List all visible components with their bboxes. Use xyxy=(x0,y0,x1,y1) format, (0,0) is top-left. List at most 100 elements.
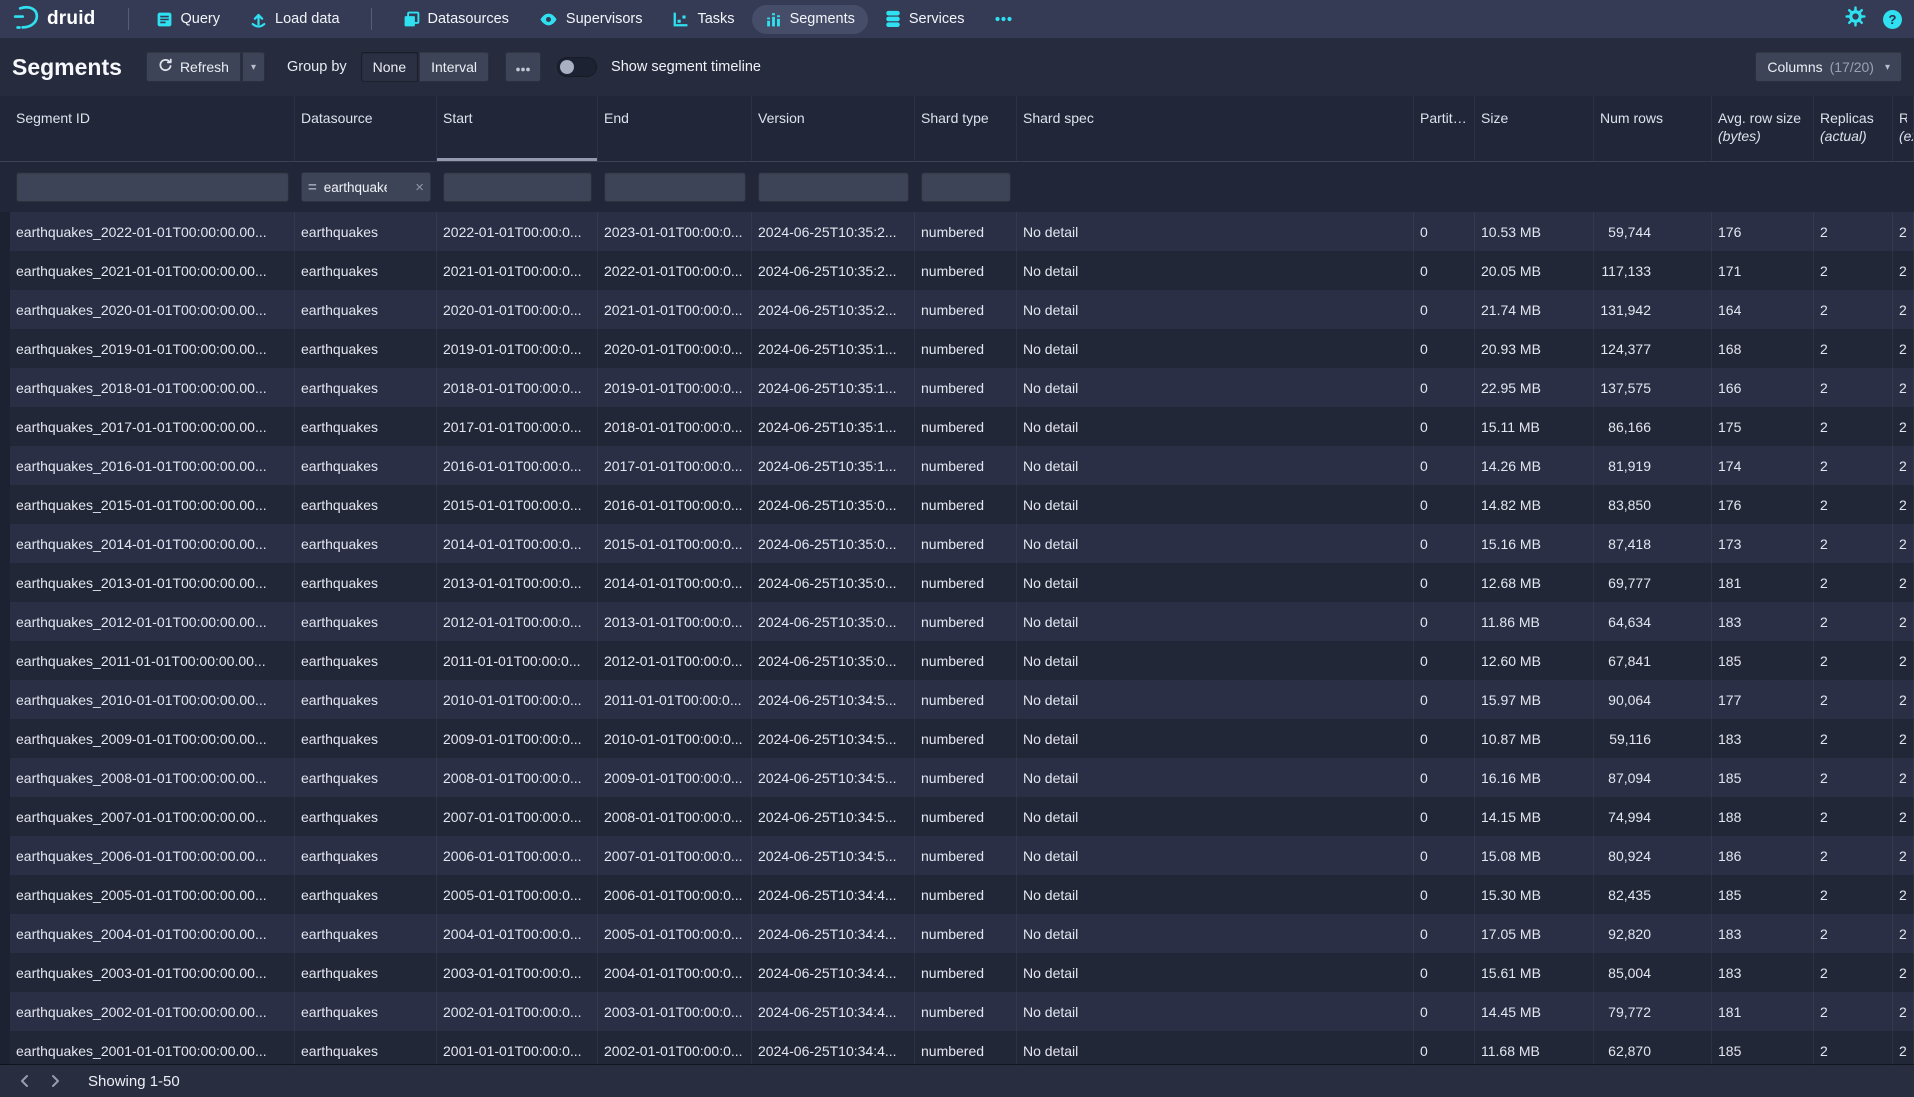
druid-logo[interactable]: druid xyxy=(12,3,96,36)
cell-avg_row_size[interactable]: 176 xyxy=(1712,485,1814,524)
cell-size[interactable]: 20.93 MB xyxy=(1475,329,1594,368)
cell-end[interactable]: 2015-01-01T00:00:0... xyxy=(598,524,752,563)
cell-segment_id[interactable]: earthquakes_2012-01-01T00:00:00.00... xyxy=(10,602,295,641)
cell-partition[interactable]: 0 xyxy=(1414,875,1475,914)
help-icon[interactable]: ? xyxy=(1883,10,1902,29)
cell-replication_factor[interactable]: 2 xyxy=(1893,212,1914,251)
cell-size[interactable]: 15.08 MB xyxy=(1475,836,1594,875)
cell-start[interactable]: 2017-01-01T00:00:0... xyxy=(437,407,598,446)
cell-end[interactable]: 2009-01-01T00:00:0... xyxy=(598,758,752,797)
filter-input-start[interactable] xyxy=(443,172,592,202)
cell-partition[interactable]: 0 xyxy=(1414,680,1475,719)
cell-avg_row_size[interactable]: 181 xyxy=(1712,992,1814,1031)
more-actions-button[interactable] xyxy=(505,52,541,82)
cell-replication_factor[interactable]: 2 xyxy=(1893,251,1914,290)
cell-partition[interactable]: 0 xyxy=(1414,368,1475,407)
refresh-button[interactable]: Refresh xyxy=(146,52,241,82)
cell-version[interactable]: 2024-06-25T10:35:2... xyxy=(752,251,915,290)
cell-shard_type[interactable]: numbered xyxy=(915,329,1017,368)
cell-start[interactable]: 2016-01-01T00:00:0... xyxy=(437,446,598,485)
cell-shard_spec[interactable]: No detail xyxy=(1017,953,1414,992)
cell-start[interactable]: 2008-01-01T00:00:0... xyxy=(437,758,598,797)
cell-shard_type[interactable]: numbered xyxy=(915,680,1017,719)
cell-partition[interactable]: 0 xyxy=(1414,407,1475,446)
cell-version[interactable]: 2024-06-25T10:34:5... xyxy=(752,719,915,758)
nav-item-supervisors[interactable]: Supervisors xyxy=(526,4,656,35)
cell-end[interactable]: 2005-01-01T00:00:0... xyxy=(598,914,752,953)
cell-shard_spec[interactable]: No detail xyxy=(1017,641,1414,680)
previous-page-button[interactable] xyxy=(10,1068,40,1094)
cell-replicas[interactable]: 2 xyxy=(1814,563,1893,602)
cell-replicas[interactable]: 2 xyxy=(1814,602,1893,641)
cell-end[interactable]: 2016-01-01T00:00:0... xyxy=(598,485,752,524)
cell-start[interactable]: 2006-01-01T00:00:0... xyxy=(437,836,598,875)
cell-shard_type[interactable]: numbered xyxy=(915,758,1017,797)
cell-size[interactable]: 14.15 MB xyxy=(1475,797,1594,836)
cell-size[interactable]: 14.45 MB xyxy=(1475,992,1594,1031)
cell-shard_type[interactable]: numbered xyxy=(915,563,1017,602)
column-header-replicas[interactable]: Replicas(actual) xyxy=(1814,96,1893,161)
cell-num_rows[interactable]: 74,994 xyxy=(1594,797,1712,836)
cell-version[interactable]: 2024-06-25T10:35:0... xyxy=(752,524,915,563)
cell-start[interactable]: 2005-01-01T00:00:0... xyxy=(437,875,598,914)
cell-datasource[interactable]: earthquakes xyxy=(295,329,437,368)
cell-avg_row_size[interactable]: 177 xyxy=(1712,680,1814,719)
cell-shard_spec[interactable]: No detail xyxy=(1017,251,1414,290)
cell-partition[interactable]: 0 xyxy=(1414,836,1475,875)
nav-item-query[interactable]: Query xyxy=(143,5,234,34)
cell-segment_id[interactable]: earthquakes_2017-01-01T00:00:00.00... xyxy=(10,407,295,446)
cell-shard_type[interactable]: numbered xyxy=(915,212,1017,251)
cell-shard_spec[interactable]: No detail xyxy=(1017,329,1414,368)
cell-shard_type[interactable]: numbered xyxy=(915,290,1017,329)
settings-gear-icon[interactable] xyxy=(1845,6,1866,32)
cell-avg_row_size[interactable]: 183 xyxy=(1712,719,1814,758)
cell-replicas[interactable]: 2 xyxy=(1814,797,1893,836)
cell-partition[interactable]: 0 xyxy=(1414,290,1475,329)
cell-num_rows[interactable]: 69,777 xyxy=(1594,563,1712,602)
cell-end[interactable]: 2018-01-01T00:00:0... xyxy=(598,407,752,446)
cell-num_rows[interactable]: 137,575 xyxy=(1594,368,1712,407)
cell-start[interactable]: 2021-01-01T00:00:0... xyxy=(437,251,598,290)
column-header-replication_factor[interactable]: Replication factor(expected) xyxy=(1893,96,1914,161)
cell-avg_row_size[interactable]: 181 xyxy=(1712,563,1814,602)
cell-shard_spec[interactable]: No detail xyxy=(1017,368,1414,407)
cell-num_rows[interactable]: 81,919 xyxy=(1594,446,1712,485)
cell-replicas[interactable]: 2 xyxy=(1814,680,1893,719)
column-header-shard_type[interactable]: Shard type xyxy=(915,96,1017,161)
cell-replicas[interactable]: 2 xyxy=(1814,758,1893,797)
cell-partition[interactable]: 0 xyxy=(1414,758,1475,797)
cell-shard_spec[interactable]: No detail xyxy=(1017,290,1414,329)
cell-version[interactable]: 2024-06-25T10:35:2... xyxy=(752,212,915,251)
cell-replication_factor[interactable]: 2 xyxy=(1893,485,1914,524)
next-page-button[interactable] xyxy=(40,1068,70,1094)
cell-replicas[interactable]: 2 xyxy=(1814,251,1893,290)
cell-replicas[interactable]: 2 xyxy=(1814,914,1893,953)
cell-size[interactable]: 17.05 MB xyxy=(1475,914,1594,953)
cell-version[interactable]: 2024-06-25T10:35:1... xyxy=(752,368,915,407)
cell-datasource[interactable]: earthquakes xyxy=(295,719,437,758)
cell-size[interactable]: 11.86 MB xyxy=(1475,602,1594,641)
cell-version[interactable]: 2024-06-25T10:35:0... xyxy=(752,563,915,602)
cell-version[interactable]: 2024-06-25T10:35:1... xyxy=(752,446,915,485)
segment-timeline-toggle[interactable]: Show segment timeline xyxy=(557,57,761,77)
cell-segment_id[interactable]: earthquakes_2010-01-01T00:00:00.00... xyxy=(10,680,295,719)
cell-datasource[interactable]: earthquakes xyxy=(295,680,437,719)
cell-num_rows[interactable]: 92,820 xyxy=(1594,914,1712,953)
cell-partition[interactable]: 0 xyxy=(1414,602,1475,641)
cell-shard_type[interactable]: numbered xyxy=(915,485,1017,524)
cell-segment_id[interactable]: earthquakes_2008-01-01T00:00:00.00... xyxy=(10,758,295,797)
cell-start[interactable]: 2009-01-01T00:00:0... xyxy=(437,719,598,758)
cell-end[interactable]: 2022-01-01T00:00:0... xyxy=(598,251,752,290)
cell-start[interactable]: 2013-01-01T00:00:0... xyxy=(437,563,598,602)
cell-start[interactable]: 2014-01-01T00:00:0... xyxy=(437,524,598,563)
cell-datasource[interactable]: earthquakes xyxy=(295,992,437,1031)
cell-end[interactable]: 2004-01-01T00:00:0... xyxy=(598,953,752,992)
cell-partition[interactable]: 0 xyxy=(1414,329,1475,368)
cell-shard_type[interactable]: numbered xyxy=(915,797,1017,836)
cell-size[interactable]: 22.95 MB xyxy=(1475,368,1594,407)
cell-shard_spec[interactable]: No detail xyxy=(1017,875,1414,914)
cell-start[interactable]: 2011-01-01T00:00:0... xyxy=(437,641,598,680)
cell-avg_row_size[interactable]: 183 xyxy=(1712,953,1814,992)
cell-shard_spec[interactable]: No detail xyxy=(1017,485,1414,524)
cell-replicas[interactable]: 2 xyxy=(1814,329,1893,368)
